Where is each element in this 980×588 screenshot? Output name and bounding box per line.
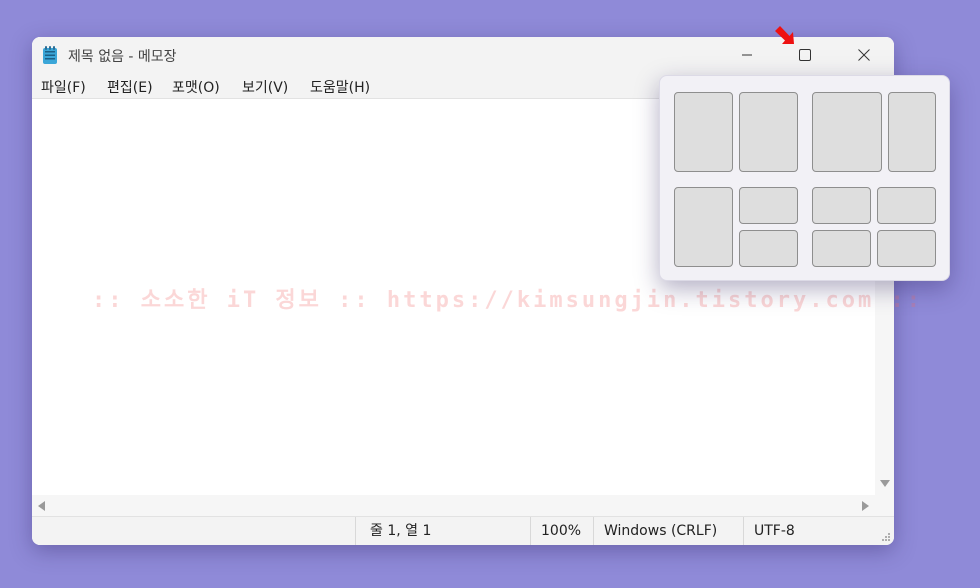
window-title: 제목 없음 - 메모장: [68, 49, 177, 65]
snap-zone-left-column[interactable]: [674, 187, 733, 267]
maximize-icon: [799, 49, 811, 61]
menu-file[interactable]: 파일(F): [41, 77, 86, 97]
scrollbar-corner: [875, 495, 894, 516]
menu-edit[interactable]: 편집(E): [107, 77, 153, 97]
snap-zone-quad-bottom-left[interactable]: [812, 230, 871, 267]
menu-view[interactable]: 보기(V): [242, 77, 288, 97]
watermark-text: :: 소소한 iT 정보 :: https://kimsungjin.tisto…: [92, 288, 923, 313]
scroll-left-arrow-icon[interactable]: [38, 501, 45, 511]
title-bar[interactable]: 제목 없음 - 메모장: [32, 37, 894, 73]
snap-zone-wide-left[interactable]: [812, 92, 882, 172]
scroll-down-arrow-icon[interactable]: [880, 480, 890, 487]
menu-format[interactable]: 포맷(O): [172, 77, 220, 97]
status-bar: 줄 1, 열 1 100% Windows (CRLF) UTF-8: [32, 516, 894, 545]
snap-zone-quad-top-right[interactable]: [877, 187, 936, 224]
notepad-icon: [43, 46, 57, 64]
snap-zone-right-bottom[interactable]: [739, 230, 798, 267]
snap-layouts-flyout: [659, 75, 950, 281]
close-button[interactable]: [835, 37, 893, 73]
status-line-ending: Windows (CRLF): [593, 517, 743, 545]
scroll-right-arrow-icon[interactable]: [862, 501, 869, 511]
menu-help[interactable]: 도움말(H): [310, 77, 370, 97]
snap-zone-right-top[interactable]: [739, 187, 798, 224]
status-encoding: UTF-8: [743, 517, 894, 545]
minimize-button[interactable]: [718, 37, 776, 73]
status-cursor-position: 줄 1, 열 1: [355, 517, 530, 545]
snap-zone-two-col-left[interactable]: [674, 92, 733, 172]
close-icon: [858, 49, 870, 61]
resize-grip-icon[interactable]: [880, 531, 891, 542]
snap-zone-quad-top-left[interactable]: [812, 187, 871, 224]
snap-zone-two-col-right[interactable]: [739, 92, 798, 172]
red-arrow-pointer-icon: [775, 26, 794, 44]
horizontal-scrollbar[interactable]: [32, 495, 875, 516]
minimize-icon: [742, 54, 752, 56]
snap-zone-quad-bottom-right[interactable]: [877, 230, 936, 267]
status-zoom: 100%: [530, 517, 593, 545]
snap-zone-narrow-right[interactable]: [888, 92, 936, 172]
